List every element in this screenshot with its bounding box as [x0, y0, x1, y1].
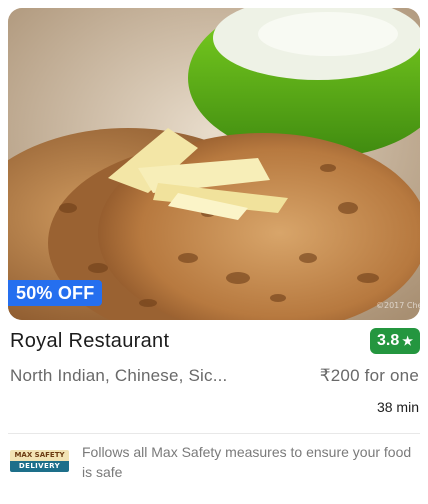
paratha-image: ©2017 Chef: [8, 8, 420, 320]
badge-top-text: MAX SAFETY: [10, 450, 69, 461]
restaurant-photo[interactable]: ©2017 Chef 50% OFF: [8, 8, 420, 320]
restaurant-card[interactable]: ©2017 Chef 50% OFF Royal Restaurant 3.8 …: [0, 0, 428, 504]
max-safety-badge-icon: MAX SAFETY DELIVERY: [10, 450, 69, 472]
divider: [8, 433, 420, 434]
cuisines-text: North Indian, Chinese, Sic...: [10, 366, 228, 385]
star-icon: ★: [402, 334, 413, 348]
discount-badge: 50% OFF: [8, 280, 103, 306]
price-for-one: ₹200 for one: [319, 366, 419, 385]
rating-value: 3.8: [376, 332, 400, 349]
rating-badge: 3.8 ★: [369, 328, 420, 354]
delivery-time: 38 min: [376, 399, 419, 415]
badge-bottom-text: DELIVERY: [10, 461, 69, 472]
svg-text:©2017 Chef: ©2017 Chef: [376, 301, 420, 310]
safety-message: Follows all Max Safety measures to ensur…: [82, 444, 412, 480]
restaurant-name[interactable]: Royal Restaurant: [10, 330, 169, 353]
